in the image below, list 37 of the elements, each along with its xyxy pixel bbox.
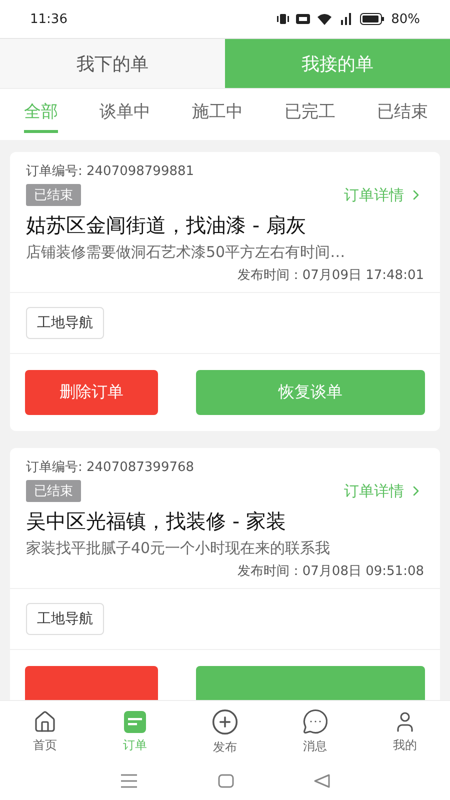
filter-tab[interactable]: 已结束 xyxy=(377,89,428,133)
site-navigation-button[interactable]: 工地导航 xyxy=(26,603,104,635)
filter-tab[interactable]: 施工中 xyxy=(192,89,243,133)
vibrate-icon xyxy=(277,13,290,25)
order-description: 家装找平批腻子40元一个小时现在来的联系我 xyxy=(26,539,332,558)
nav-tab[interactable]: 发布 xyxy=(180,701,270,762)
filter-tab[interactable]: 谈单中 xyxy=(100,89,150,133)
nav-label: 发布 xyxy=(213,738,237,756)
status-time: 11:36 xyxy=(30,12,68,26)
delete-order-button[interactable]: 删除订单 xyxy=(25,370,158,415)
order-number: 订单编号: 2407098799881 xyxy=(26,163,196,180)
publish-time: 发布时间：07月08日 09:51:08 xyxy=(237,563,424,580)
nav-label: 订单 xyxy=(123,736,147,754)
battery-icon xyxy=(360,13,384,25)
signal-icon xyxy=(339,13,354,25)
filter-tab[interactable]: 已完工 xyxy=(284,89,336,133)
nav-label: 首页 xyxy=(33,736,57,754)
nav-label: 我的 xyxy=(393,736,417,754)
order-number: 订单编号: 2407087399768 xyxy=(26,459,196,476)
battery-level: 80% xyxy=(391,12,420,26)
publish-time: 发布时间：07月09日 17:48:01 xyxy=(237,267,424,284)
menu-icon[interactable] xyxy=(120,774,138,788)
order-description: 店铺装修需要做洞石艺术漆50平方左右有时间… xyxy=(26,243,346,262)
status-tag: 已结束 xyxy=(26,184,81,206)
hd-icon xyxy=(296,14,310,24)
order-title: 姑苏区金阊街道，找油漆 - 扇灰 xyxy=(26,212,307,239)
back-icon[interactable] xyxy=(314,774,330,788)
order-title: 吴中区光福镇，找装修 - 家装 xyxy=(26,508,287,535)
wifi-icon xyxy=(317,13,332,25)
site-navigation-button[interactable]: 工地导航 xyxy=(26,307,104,339)
home-square-icon[interactable] xyxy=(218,774,234,788)
nav-tab[interactable]: 首页 xyxy=(0,701,90,762)
order-tab[interactable]: 我下的单 xyxy=(0,39,225,88)
status-tag: 已结束 xyxy=(26,480,81,502)
nav-label: 消息 xyxy=(303,738,327,755)
nav-tab[interactable]: 消息 xyxy=(270,701,360,762)
nav-tab[interactable]: 我的 xyxy=(360,701,450,762)
